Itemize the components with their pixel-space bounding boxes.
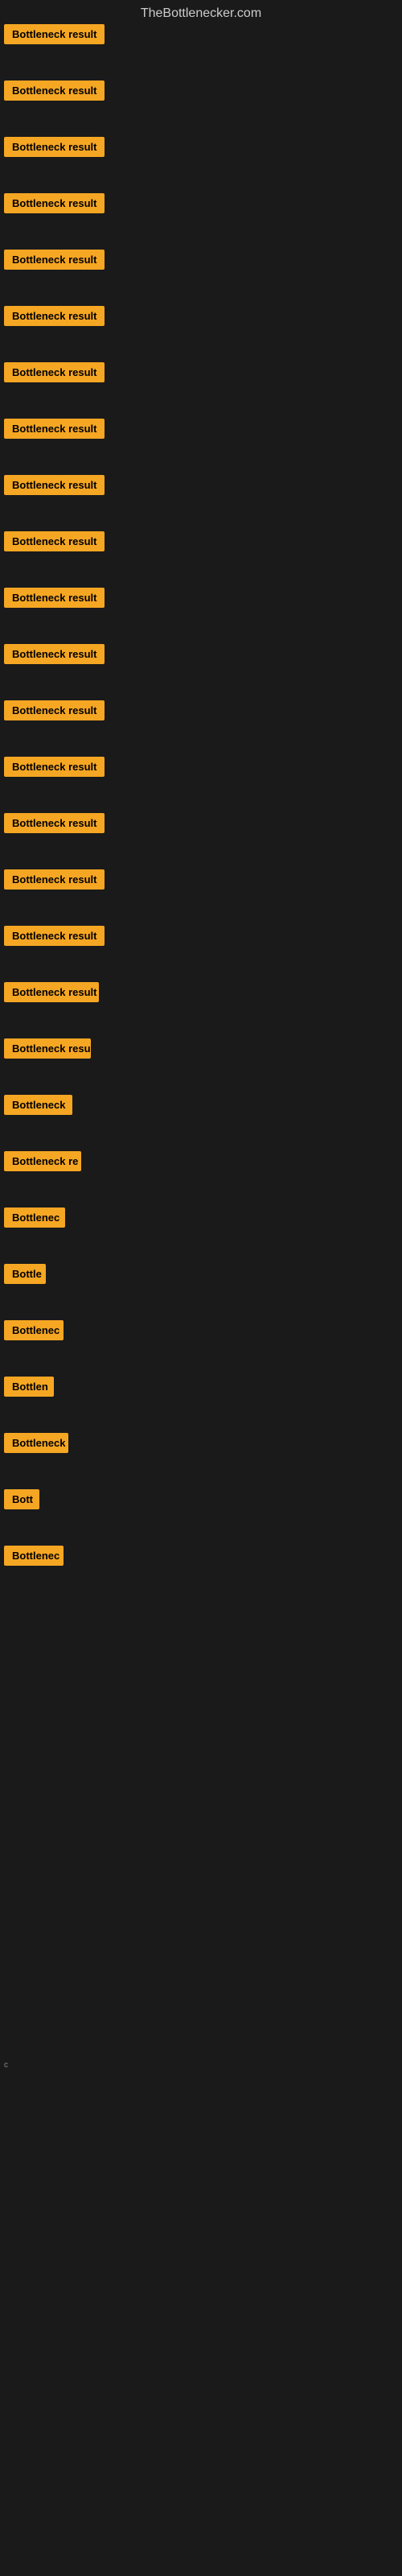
bottleneck-badge-23: Bottle [4,1264,46,1284]
bottleneck-badge-4: Bottleneck result [4,193,105,213]
bottleneck-badge-15: Bottleneck result [4,813,105,833]
bottleneck-badge-26: Bottleneck [4,1433,68,1453]
page-container: TheBottlenecker.com c Bottleneck resultB… [0,0,402,2576]
bottleneck-badge-5: Bottleneck result [4,250,105,270]
bottleneck-badge-19: Bottleneck resu [4,1038,91,1059]
bottleneck-badge-12: Bottleneck result [4,644,105,664]
bottleneck-badge-2: Bottleneck result [4,80,105,101]
bottleneck-badge-10: Bottleneck result [4,531,105,551]
bottleneck-badge-27: Bott [4,1489,39,1509]
bottleneck-badge-25: Bottlen [4,1377,54,1397]
bottleneck-badge-6: Bottleneck result [4,306,105,326]
bottleneck-badge-1: Bottleneck result [4,24,105,44]
bottleneck-badge-8: Bottleneck result [4,419,105,439]
bottleneck-badge-11: Bottleneck result [4,588,105,608]
bottleneck-badge-21: Bottleneck re [4,1151,81,1171]
bottleneck-badge-24: Bottlenec [4,1320,64,1340]
bottleneck-badge-20: Bottleneck [4,1095,72,1115]
bottleneck-badge-16: Bottleneck result [4,869,105,890]
bottleneck-badge-9: Bottleneck result [4,475,105,495]
bottleneck-badge-28: Bottlenec [4,1546,64,1566]
bottom-label: c [4,2061,8,2070]
bottleneck-badge-13: Bottleneck result [4,700,105,720]
bottleneck-badge-18: Bottleneck result [4,982,99,1002]
bottleneck-badge-3: Bottleneck result [4,137,105,157]
bottleneck-badge-7: Bottleneck result [4,362,105,382]
bottleneck-badge-14: Bottleneck result [4,757,105,777]
bottleneck-badge-17: Bottleneck result [4,926,105,946]
bottleneck-badge-22: Bottlenec [4,1208,65,1228]
